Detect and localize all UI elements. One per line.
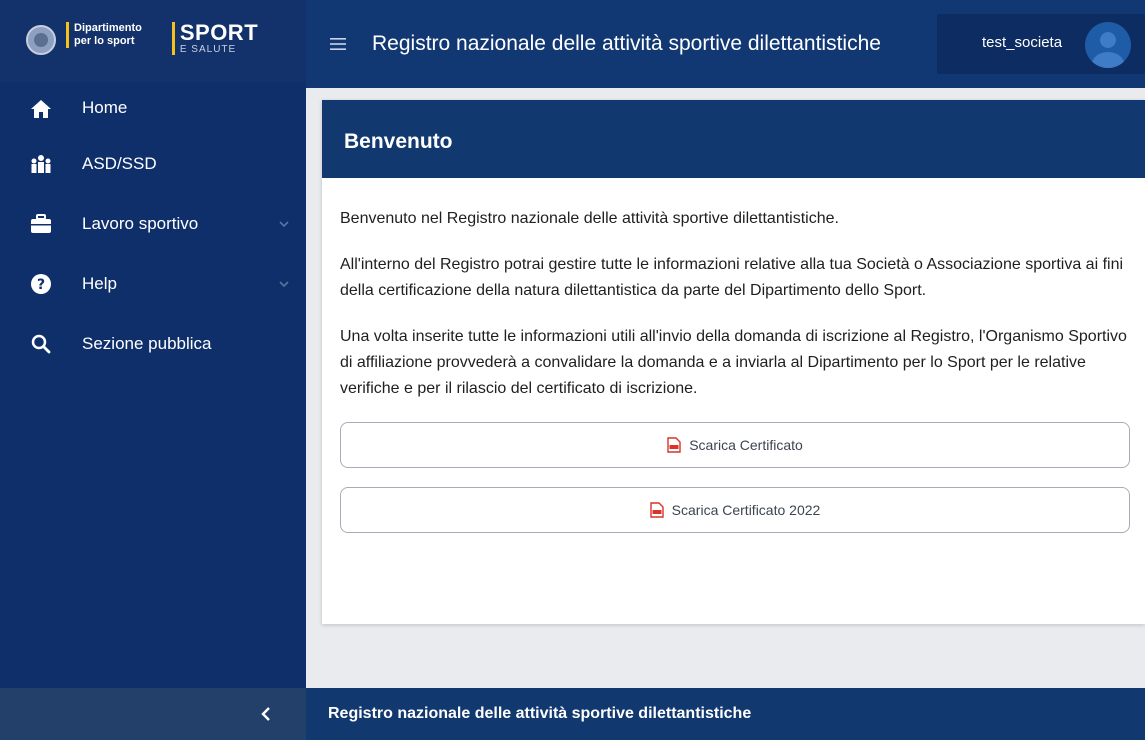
- collapse-sidebar-button[interactable]: [256, 704, 276, 724]
- sidebar-item-help[interactable]: ? Help: [0, 254, 306, 314]
- sport-salute-logo: SPORT E SALUTE: [171, 20, 259, 55]
- pdf-icon: [667, 437, 681, 453]
- username-label: test_societa: [982, 34, 1063, 51]
- footer: Registro nazionale delle attività sporti…: [306, 688, 1145, 740]
- procedure-paragraph: Una volta inserite tutte le informazioni…: [340, 328, 1127, 397]
- sidebar-item-label: Lavoro sportivo: [82, 214, 199, 233]
- dipartimento-logo: Dipartimento per lo sport: [66, 22, 142, 48]
- dipartimento-line1: Dipartimento: [74, 22, 142, 34]
- sidebar-nav: Home ASD/SSD Lavoro sportivo ? Help Sezi…: [0, 88, 306, 374]
- download-certificate-button[interactable]: Scarica Certificato: [340, 422, 1130, 468]
- button-label: Scarica Certificato 2022: [671, 502, 821, 518]
- top-header: Registro nazionale delle attività sporti…: [306, 0, 1145, 88]
- app-title: Registro nazionale delle attività sporti…: [372, 32, 881, 55]
- brand-logos: Dipartimento per lo sport SPORT E SALUTE: [0, 0, 306, 82]
- sidebar-item-label: Home: [82, 98, 128, 117]
- sidebar: Dipartimento per lo sport SPORT E SALUTE…: [0, 0, 306, 740]
- chevron-down-icon: [279, 221, 289, 228]
- footer-title: Registro nazionale delle attività sporti…: [328, 705, 752, 722]
- card-title: Benvenuto: [322, 100, 1145, 178]
- sidebar-item-lavoro-sportivo[interactable]: Lavoro sportivo: [0, 194, 306, 254]
- pdf-icon: [649, 502, 664, 518]
- sport-word: SPORT: [179, 20, 259, 45]
- sidebar-collapse-bar: [0, 688, 306, 740]
- svg-text:?: ?: [37, 277, 45, 293]
- chevron-down-icon: [279, 281, 289, 288]
- sidebar-item-sezione-pubblica[interactable]: Sezione pubblica: [0, 314, 306, 374]
- dipartimento-line2: per lo sport: [74, 35, 135, 47]
- search-icon: [30, 333, 52, 355]
- sidebar-item-label: Help: [82, 274, 117, 293]
- download-certificate-2022-button[interactable]: Scarica Certificato 2022: [340, 487, 1130, 533]
- welcome-paragraph: Benvenuto nel Registro nazionale delle a…: [340, 210, 839, 227]
- button-label: Scarica Certificato: [689, 437, 803, 453]
- user-menu[interactable]: test_societa: [937, 14, 1145, 74]
- republic-emblem-icon: [26, 25, 56, 55]
- card-body: Benvenuto nel Registro nazionale delle a…: [322, 178, 1145, 533]
- briefcase-icon: [30, 213, 52, 235]
- avatar-icon: [1085, 22, 1131, 68]
- help-icon: ?: [30, 273, 52, 295]
- salute-word: E SALUTE: [179, 44, 237, 55]
- sidebar-item-label: Sezione pubblica: [82, 334, 212, 353]
- sidebar-item-asd-ssd[interactable]: ASD/SSD: [0, 134, 306, 194]
- welcome-card: Benvenuto Benvenuto nel Registro naziona…: [322, 100, 1145, 624]
- people-icon: [30, 153, 52, 175]
- hamburger-menu-button[interactable]: [330, 37, 346, 51]
- home-icon: [30, 98, 52, 120]
- sidebar-item-home[interactable]: Home: [0, 88, 306, 134]
- sidebar-item-label: ASD/SSD: [82, 154, 157, 173]
- info-paragraph: All'interno del Registro potrai gestire …: [340, 256, 1124, 299]
